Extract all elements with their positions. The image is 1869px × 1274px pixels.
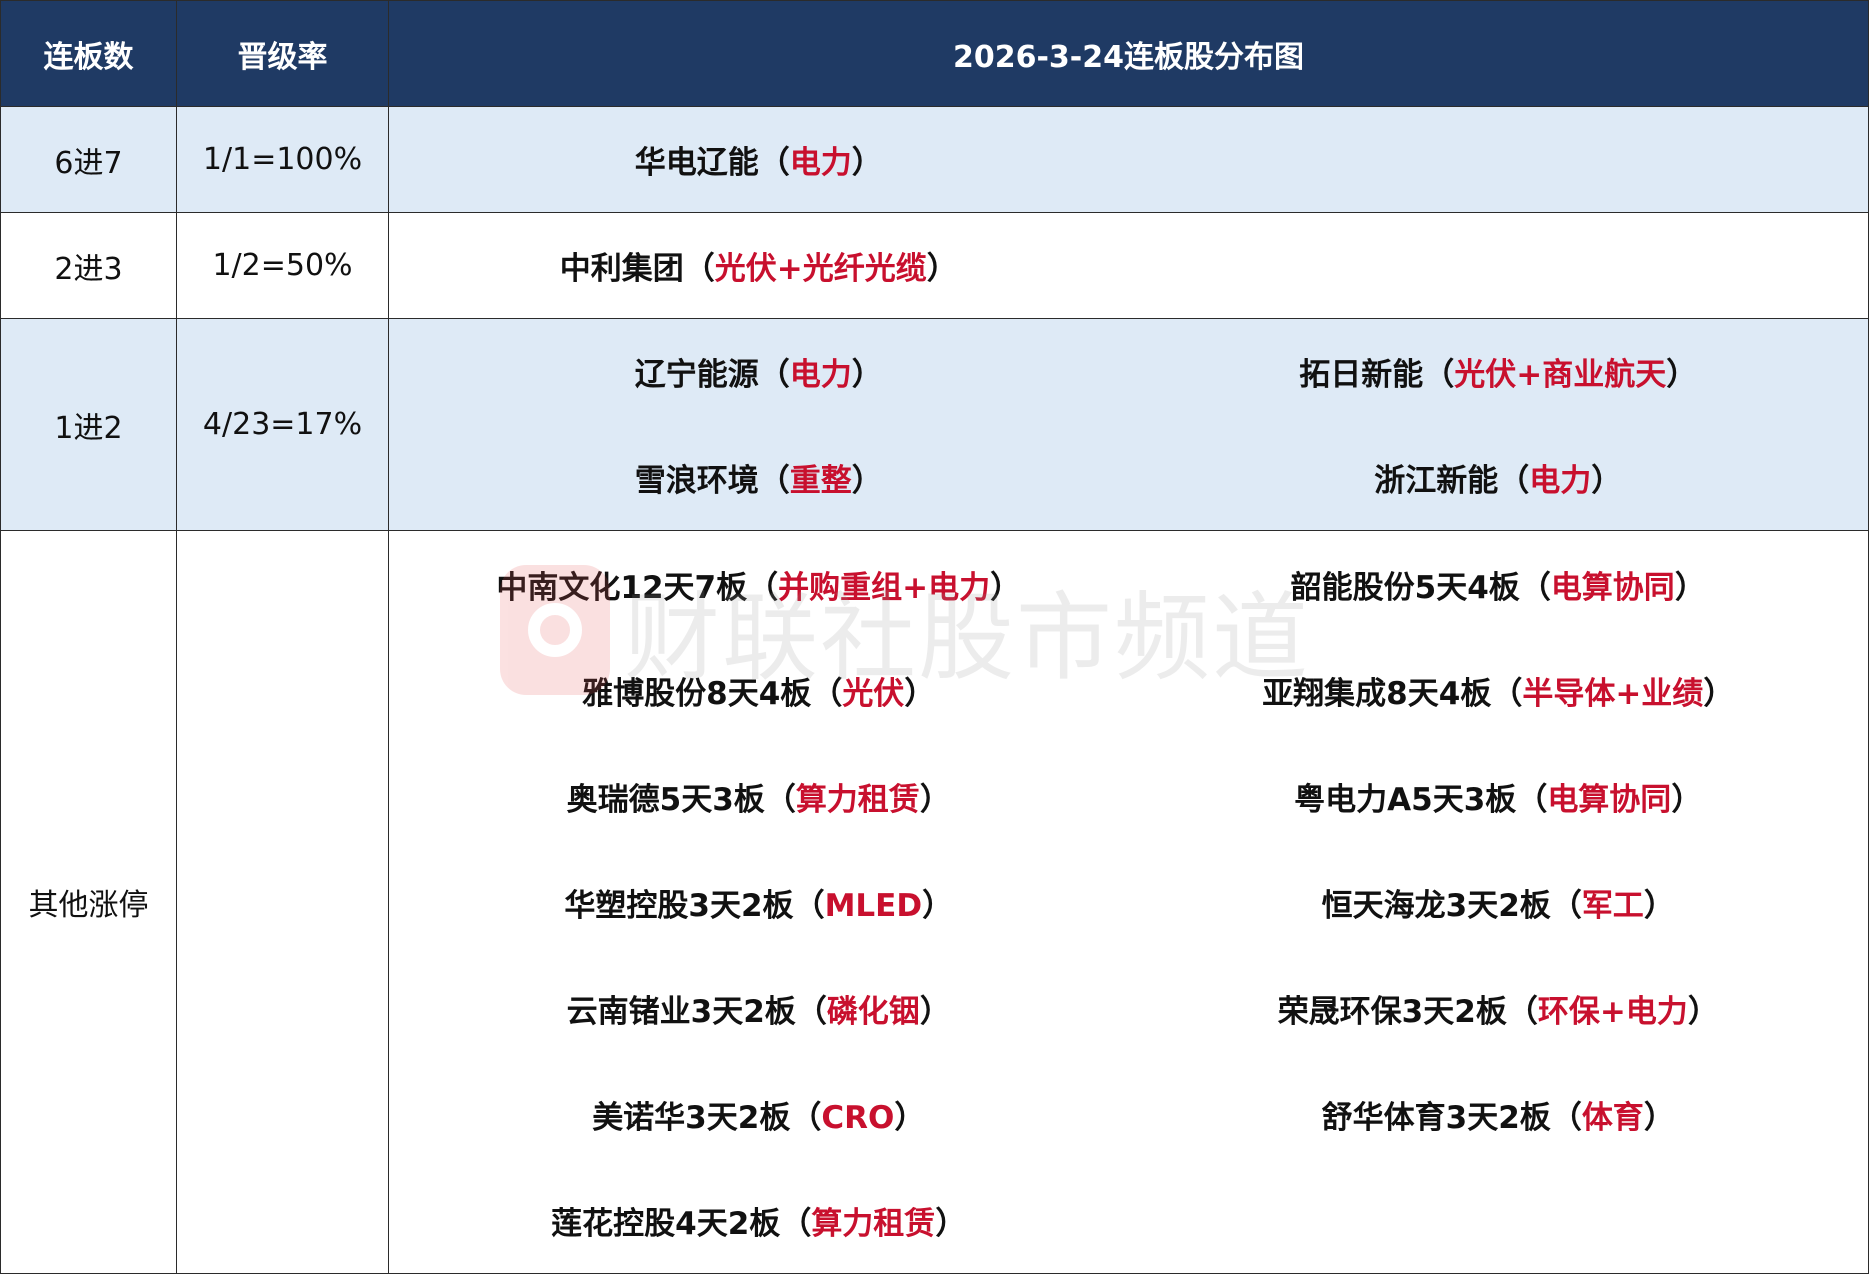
header-title: 2026-3-24连板股分布图 <box>388 0 1869 107</box>
row-rate: 1/2=50% <box>176 212 389 319</box>
row-entries: 辽宁能源（电力） 拓日新能（光伏+商业航天） 雪浪环境（重整） 浙江新能（电力） <box>388 318 1869 531</box>
row-level: 其他涨停 <box>0 530 177 1274</box>
stock-entry: 华塑控股3天2板（MLED） <box>564 887 954 924</box>
stock-name: 奥瑞德5天3板 <box>566 781 765 818</box>
stock-tag: 电力 <box>1529 462 1592 499</box>
stock-name: 莲花控股4天2板 <box>551 1205 781 1242</box>
stock-tag: 并购重组+电力 <box>778 569 991 606</box>
stock-entry: 奥瑞德5天3板（算力租赁） <box>566 781 951 818</box>
stock-entry: 辽宁能源（电力） <box>634 357 883 394</box>
row-level: 1进2 <box>0 318 177 531</box>
stock-name: 华电辽能 <box>634 145 759 181</box>
table-row: 2进3 1/2=50% 中利集团（光伏+光纤光缆） <box>0 212 1869 319</box>
stock-entry: 中南文化12天7板（并购重组+电力） <box>496 569 1022 606</box>
row-entries: 中利集团（光伏+光纤光缆） <box>388 212 1869 319</box>
stock-entry: 亚翔集成8天4板（半导体+业绩） <box>1262 675 1735 712</box>
stock-name: 拓日新能 <box>1299 357 1424 394</box>
stock-entry: 粤电力A5天3板（电算协同） <box>1294 781 1703 818</box>
stock-name: 中南文化12天7板 <box>496 569 748 606</box>
stock-tag: 光伏+光纤光缆 <box>714 251 927 287</box>
stock-entry: 拓日新能（光伏+商业航天） <box>1299 357 1698 394</box>
stock-name: 美诺华3天2板 <box>592 1099 791 1136</box>
stock-entry: 云南锗业3天2板（磷化铟） <box>566 993 951 1030</box>
stock-entry: 雪浪环境（重整） <box>634 462 883 499</box>
stock-tag: 电算协同 <box>1550 569 1675 606</box>
stock-entry: 浙江新能（电力） <box>1374 462 1623 499</box>
table-row: 1进2 4/23=17% 辽宁能源（电力） 拓日新能（光伏+商业航天） 雪浪环境… <box>0 318 1869 531</box>
stock-tag: CRO <box>821 1099 895 1136</box>
row-level: 2进3 <box>0 212 177 319</box>
stock-tag: 电力 <box>789 145 852 181</box>
stock-name: 雪浪环境 <box>634 462 759 499</box>
stock-entry: 莲花控股4天2板（算力租赁） <box>551 1205 967 1242</box>
row-rate: 1/1=100% <box>176 106 389 213</box>
stock-entry: 恒天海龙3天2板（军工） <box>1321 887 1675 924</box>
row-rate <box>176 530 389 1274</box>
stock-tag: 重整 <box>789 462 852 499</box>
table-row: 6进7 1/1=100% 华电辽能（电力） <box>0 106 1869 213</box>
stock-name: 华塑控股3天2板 <box>564 887 794 924</box>
stock-name: 雅博股份8天4板 <box>582 675 812 712</box>
stock-name: 亚翔集成8天4板 <box>1262 675 1492 712</box>
stock-tag: 算力租赁 <box>795 781 920 818</box>
stock-name: 云南锗业3天2板 <box>566 993 796 1030</box>
stock-tag: 体育 <box>1581 1099 1644 1136</box>
stock-name: 辽宁能源 <box>634 357 759 394</box>
stock-name: 粤电力A5天3板 <box>1294 781 1517 818</box>
stock-entry: 荣晟环保3天2板（环保+电力） <box>1277 993 1719 1030</box>
stock-entry: 华电辽能（电力） <box>634 145 883 181</box>
stock-entry: 雅博股份8天4板（光伏） <box>582 675 936 712</box>
stock-entry: 韶能股份5天4板（电算协同） <box>1290 569 1706 606</box>
stock-name: 浙江新能 <box>1374 462 1499 499</box>
stock-name: 恒天海龙3天2板 <box>1321 887 1551 924</box>
stock-tag: 电力 <box>789 357 852 394</box>
stock-tag: MLED <box>824 887 923 924</box>
stock-tag: 光伏+商业航天 <box>1454 357 1667 394</box>
row-rate: 4/23=17% <box>176 318 389 531</box>
header-rate: 晋级率 <box>176 0 389 107</box>
header-level: 连板数 <box>0 0 177 107</box>
table-header-row: 连板数 晋级率 2026-3-24连板股分布图 <box>0 0 1869 107</box>
stock-name: 韶能股份5天4板 <box>1290 569 1520 606</box>
limit-up-distribution-page: 连板数 晋级率 2026-3-24连板股分布图 6进7 1/1=100% 华电辽… <box>0 0 1869 1274</box>
stock-tag: 半导体+业绩 <box>1522 675 1704 712</box>
table-row: 其他涨停 中南文化12天7板（并购重组+电力） 韶能股份5天4板（电算协同） 雅… <box>0 530 1869 1274</box>
stock-tag: 算力租赁 <box>811 1205 936 1242</box>
stock-name: 荣晟环保3天2板 <box>1277 993 1507 1030</box>
stock-tag: 环保+电力 <box>1537 993 1688 1030</box>
stock-tag: 光伏 <box>842 675 905 712</box>
row-level: 6进7 <box>0 106 177 213</box>
row-entries: 华电辽能（电力） <box>388 106 1869 213</box>
stock-name: 中利集团 <box>559 251 684 287</box>
stock-entry: 中利集团（光伏+光纤光缆） <box>559 251 958 287</box>
stock-entry: 美诺华3天2板（CRO） <box>592 1099 926 1136</box>
stock-tag: 磷化铟 <box>826 993 920 1030</box>
stock-tag: 军工 <box>1581 887 1644 924</box>
stock-entry: 舒华体育3天2板（体育） <box>1321 1099 1675 1136</box>
row-entries: 中南文化12天7板（并购重组+电力） 韶能股份5天4板（电算协同） 雅博股份8天… <box>388 530 1869 1274</box>
stock-name: 舒华体育3天2板 <box>1321 1099 1551 1136</box>
stock-tag: 电算协同 <box>1547 781 1672 818</box>
limit-up-table: 连板数 晋级率 2026-3-24连板股分布图 6进7 1/1=100% 华电辽… <box>0 0 1869 1274</box>
